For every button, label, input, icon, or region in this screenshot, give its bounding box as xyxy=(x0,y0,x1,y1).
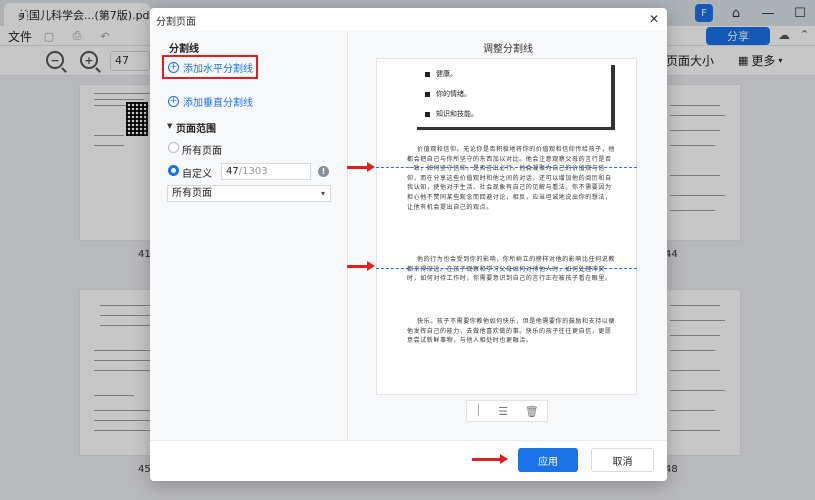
add-horizontal-label: 添加水平分割线 xyxy=(183,63,253,75)
radio-custom-label: 自定义 xyxy=(182,169,212,180)
annotation-arrow xyxy=(347,162,375,172)
bullet-item: 知识和技能。 xyxy=(425,109,478,119)
radio-all-pages-label: 所有页面 xyxy=(182,146,222,157)
dialog-header: 分割页面 ✕ xyxy=(150,8,667,30)
page-range-input[interactable]: 47/1303 xyxy=(221,163,311,180)
range-total: /1303 xyxy=(238,166,268,177)
dialog-footer: 应用 取消 xyxy=(150,440,667,481)
horizontal-line-icon[interactable]: ☰ xyxy=(498,405,508,418)
add-horizontal-split-button[interactable]: + 添加水平分割线 xyxy=(162,55,258,79)
split-line-tools: ⏐ ☰ 🗑 xyxy=(466,400,548,422)
bullet-item: 你的情绪。 xyxy=(425,89,471,99)
add-vertical-label: 添加垂直分割线 xyxy=(183,98,253,109)
settings-panel: 分割线 + 添加水平分割线 + 添加垂直分割线 ▼ 页面范围 所有页面 自定义 … xyxy=(150,30,348,440)
bullet-square-icon xyxy=(425,111,430,117)
annotation-arrow xyxy=(347,261,375,271)
paragraph: 他的行为也会受到你的影响，你所树立的榜样对他的影响比任何说教都来得深远。在孩子观… xyxy=(407,256,616,283)
bullet-box-border xyxy=(611,65,615,129)
bullet-item: 健康。 xyxy=(425,69,457,79)
preview-page: 健康。 你的情绪。 知识和技能。 价值观和信仰。无论你是否积极地将你的价值观和信… xyxy=(376,58,637,395)
split-page-dialog: 分割页面 ✕ 分割线 + 添加水平分割线 + 添加垂直分割线 ▼ 页面范围 所有… xyxy=(150,8,667,481)
range-current: 47 xyxy=(226,166,239,177)
horizontal-split-line[interactable] xyxy=(376,268,637,269)
horizontal-split-line[interactable] xyxy=(376,167,637,168)
bullet-box-border xyxy=(417,127,615,130)
dialog-title: 分割页面 xyxy=(156,17,196,28)
page-subset-value: 所有页面 xyxy=(172,188,212,199)
page-subset-select[interactable]: 所有页面 ▾ xyxy=(167,185,331,202)
radio-custom-range[interactable] xyxy=(168,165,179,176)
plus-circle-icon: + xyxy=(168,96,179,107)
apply-button[interactable]: 应用 xyxy=(518,448,578,472)
preview-title: 调整分割线 xyxy=(483,44,533,55)
preview-panel: 调整分割线 健康。 你的情绪。 知识和技能。 价值观和信仰。无论你是否积极地将你… xyxy=(349,30,667,440)
split-section-title: 分割线 xyxy=(169,44,199,55)
info-icon[interactable]: ! xyxy=(318,166,329,177)
vertical-line-icon[interactable]: ⏐ xyxy=(475,404,481,418)
paragraph: 价值观和信仰。无论你是否积极地将你的价值观和信仰传给孩子，他都会把自己与你所坚守… xyxy=(407,146,616,211)
bullet-text: 你的情绪。 xyxy=(436,90,471,98)
bullet-square-icon xyxy=(425,91,430,97)
chevron-down-icon: ▾ xyxy=(320,189,325,198)
plus-circle-icon: + xyxy=(168,61,179,73)
range-section-title: 页面范围 xyxy=(176,124,216,135)
trash-icon[interactable]: 🗑 xyxy=(525,405,539,418)
cancel-button[interactable]: 取消 xyxy=(591,448,654,472)
bullet-square-icon xyxy=(425,71,430,77)
caret-down-icon[interactable]: ▼ xyxy=(167,122,172,130)
paragraph: 快乐。孩子不需要你教他如何快乐，但是他需要你的鼓励和支持以便他发挥自己的能力，去… xyxy=(407,318,616,345)
annotation-arrow xyxy=(472,454,508,464)
bullet-text: 健康。 xyxy=(436,70,457,78)
add-vertical-split-button[interactable]: + 添加垂直分割线 xyxy=(168,94,253,109)
radio-all-pages[interactable] xyxy=(168,142,179,153)
bullet-text: 知识和技能。 xyxy=(436,110,478,118)
close-icon[interactable]: ✕ xyxy=(649,12,659,26)
